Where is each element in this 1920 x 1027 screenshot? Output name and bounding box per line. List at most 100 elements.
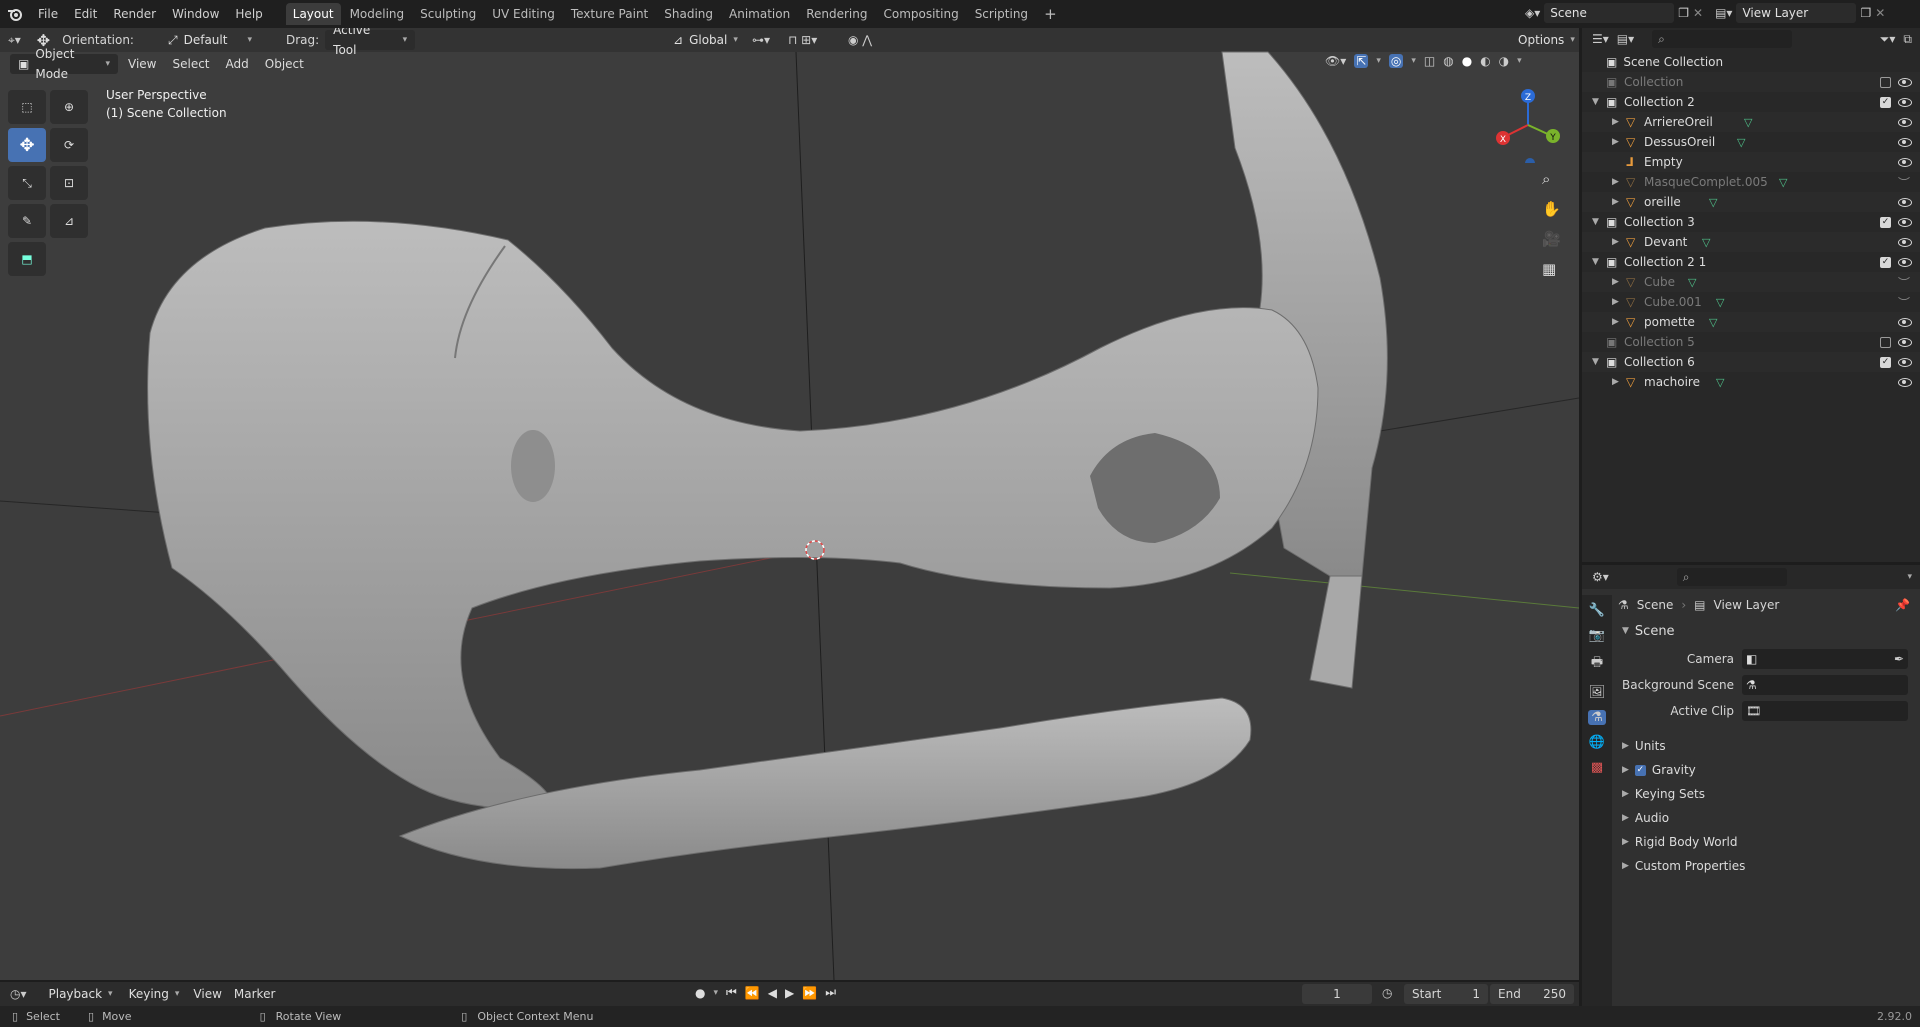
eye-icon[interactable]	[1898, 197, 1912, 207]
outliner-object-row[interactable]: ▶ ▽ DessusOreil ▽	[1582, 132, 1920, 152]
exclude-checkbox[interactable]: ✓	[1880, 96, 1891, 108]
play-reverse-icon[interactable]: ◀	[768, 986, 777, 1000]
tab-sculpting[interactable]: Sculpting	[413, 3, 483, 25]
outliner-object-row[interactable]: ▶ ▽ ArriereOreil ▽	[1582, 112, 1920, 132]
scene-selector[interactable]: Scene	[1544, 3, 1675, 23]
units-panel-header[interactable]: ▶ Units	[1618, 735, 1920, 757]
outliner-object-row[interactable]: ▶ ▽ Devant ▽	[1582, 232, 1920, 252]
properties-search-input[interactable]: ⌕	[1676, 568, 1787, 586]
audio-panel-header[interactable]: ▶ Audio	[1618, 807, 1920, 829]
new-collection-icon[interactable]: ⧉	[1903, 32, 1912, 47]
playback-menu[interactable]: Playback ▾	[41, 984, 121, 1004]
chevron-down-icon[interactable]: ▼	[1592, 217, 1599, 227]
hidden-eye-icon[interactable]: ︶	[1898, 174, 1910, 191]
mesh-data-icon[interactable]: ▽	[1744, 116, 1752, 129]
mesh-data-icon[interactable]: ▽	[1709, 316, 1717, 329]
rotate-tool[interactable]: ⟳	[50, 128, 88, 162]
mesh-data-icon[interactable]: ▽	[1716, 376, 1724, 389]
eye-icon[interactable]	[1898, 117, 1912, 127]
start-frame-field[interactable]: Start 1	[1404, 984, 1488, 1004]
tab-layout[interactable]: Layout	[285, 3, 341, 25]
texture-tab-icon[interactable]: ▩	[1591, 760, 1603, 775]
mesh-data-icon[interactable]: ▽	[1737, 136, 1745, 149]
mesh-data-icon[interactable]: ▽	[1688, 276, 1696, 289]
prev-keyframe-icon[interactable]: ⏪	[745, 986, 760, 1000]
scene-tab-icon[interactable]: ⚗	[1588, 710, 1606, 725]
eye-icon[interactable]	[1898, 137, 1912, 147]
properties-editor-type-icon[interactable]: ⚙▾	[1592, 570, 1609, 584]
chevron-right-icon[interactable]: ▶	[1612, 317, 1619, 327]
new-scene-icon[interactable]: ❐	[1678, 6, 1689, 20]
next-keyframe-icon[interactable]: ⏩	[802, 986, 817, 1000]
view-layer-browse-icon[interactable]: ▤▾	[1715, 6, 1732, 20]
move-tool[interactable]: ✥	[8, 128, 46, 162]
chevron-down-icon[interactable]: ▼	[1592, 257, 1599, 267]
output-tab-icon[interactable]: 🖶	[1591, 653, 1603, 675]
scale-tool[interactable]: ⤡	[8, 166, 46, 200]
outliner-root[interactable]: ▣ Scene Collection	[1582, 52, 1920, 72]
eye-icon[interactable]	[1898, 257, 1912, 267]
end-frame-field[interactable]: End 250	[1490, 984, 1574, 1004]
mesh-data-icon[interactable]: ▽	[1716, 296, 1724, 309]
outliner-object-row[interactable]: ▶ ▽ oreille ▽	[1582, 192, 1920, 212]
outliner-object-row[interactable]: ▶ ▽ Cube ▽ ︶	[1582, 272, 1920, 292]
rigid-body-world-panel-header[interactable]: ▶ Rigid Body World	[1618, 831, 1920, 853]
chevron-right-icon[interactable]: ▶	[1612, 237, 1619, 247]
chevron-down-icon[interactable]: ▼	[1592, 97, 1599, 107]
outliner-object-row[interactable]: ▶ ▽ pomette ▽	[1582, 312, 1920, 332]
tool-tab-icon[interactable]: 🔧	[1589, 603, 1605, 618]
mesh-data-icon[interactable]: ▽	[1779, 176, 1787, 189]
mesh-data-icon[interactable]: ▽	[1702, 236, 1710, 249]
eye-icon[interactable]	[1898, 317, 1912, 327]
gravity-checkbox[interactable]: ✓	[1634, 764, 1646, 776]
keying-menu[interactable]: Keying ▾	[121, 984, 188, 1004]
transform-tool[interactable]: ⊡	[50, 166, 88, 200]
view-layer-tab-icon[interactable]: 🖼	[1589, 685, 1606, 700]
eye-icon[interactable]	[1898, 77, 1912, 87]
marker-menu[interactable]: Marker	[228, 984, 281, 1004]
pan-hand-icon[interactable]: ✋	[1542, 200, 1561, 218]
exclude-checkbox[interactable]: ✓	[1880, 356, 1891, 368]
view-layer-selector[interactable]: View Layer	[1736, 3, 1857, 23]
select-box-tool[interactable]: ⬚	[8, 90, 46, 124]
play-icon[interactable]: ▶	[785, 986, 794, 1000]
record-keyframe-icon[interactable]: ●	[695, 986, 705, 1000]
eye-icon[interactable]	[1898, 97, 1912, 107]
annotate-tool[interactable]: ✎	[8, 204, 46, 238]
tab-compositing[interactable]: Compositing	[876, 3, 965, 25]
timeline-editor-type-icon[interactable]: ◷▾	[10, 987, 27, 1001]
ortho-grid-icon[interactable]: ▦	[1542, 260, 1561, 278]
add-cube-tool[interactable]: ⬒	[8, 242, 46, 276]
jump-start-icon[interactable]: ⏮	[726, 985, 737, 1000]
cursor-tool[interactable]: ⊕	[50, 90, 88, 124]
background-scene-field[interactable]: ⚗	[1742, 675, 1908, 695]
measure-tool[interactable]: ⊿	[50, 204, 88, 238]
outliner-object-row[interactable]: ▶ ▽ machoire ▽	[1582, 372, 1920, 392]
chevron-down-icon[interactable]: ▾	[713, 988, 718, 998]
tab-modeling[interactable]: Modeling	[343, 3, 412, 25]
menu-edit[interactable]: Edit	[66, 0, 105, 28]
menu-file[interactable]: File	[30, 0, 66, 28]
eye-icon[interactable]	[1898, 357, 1912, 367]
eye-icon[interactable]	[1898, 337, 1912, 347]
outliner-collection-row[interactable]: ▼ ▣ Collection 2 ✓	[1582, 92, 1920, 112]
navigation-gizmo[interactable]: Z X Y	[1490, 83, 1570, 163]
chevron-down-icon[interactable]: ▼	[1592, 357, 1599, 367]
timeline-view-menu[interactable]: View	[187, 984, 227, 1004]
outliner-collection-row[interactable]: ▣ Collection 5	[1582, 332, 1920, 352]
chevron-right-icon[interactable]: ▶	[1612, 197, 1619, 207]
outliner-object-row[interactable]: ▶ ▽ MasqueComplet.005 ▽ ︶	[1582, 172, 1920, 192]
exclude-checkbox[interactable]: ✓	[1880, 216, 1891, 228]
tab-animation[interactable]: Animation	[722, 3, 797, 25]
chevron-right-icon[interactable]: ▶	[1612, 297, 1619, 307]
world-tab-icon[interactable]: 🌐	[1589, 735, 1605, 750]
delete-scene-icon[interactable]: ✕	[1693, 6, 1703, 20]
active-clip-field[interactable]: 🎞	[1742, 701, 1908, 721]
preview-range-icon[interactable]: ◷	[1382, 986, 1392, 1000]
exclude-checkbox[interactable]: ✓	[1880, 256, 1891, 268]
zoom-icon[interactable]: ⌕	[1542, 170, 1561, 188]
outliner-collection-row[interactable]: ▣ Collection	[1582, 72, 1920, 92]
keying-sets-panel-header[interactable]: ▶ Keying Sets	[1618, 783, 1920, 805]
eyedropper-icon[interactable]: ✒	[1894, 652, 1904, 666]
chevron-right-icon[interactable]: ▶	[1612, 137, 1619, 147]
